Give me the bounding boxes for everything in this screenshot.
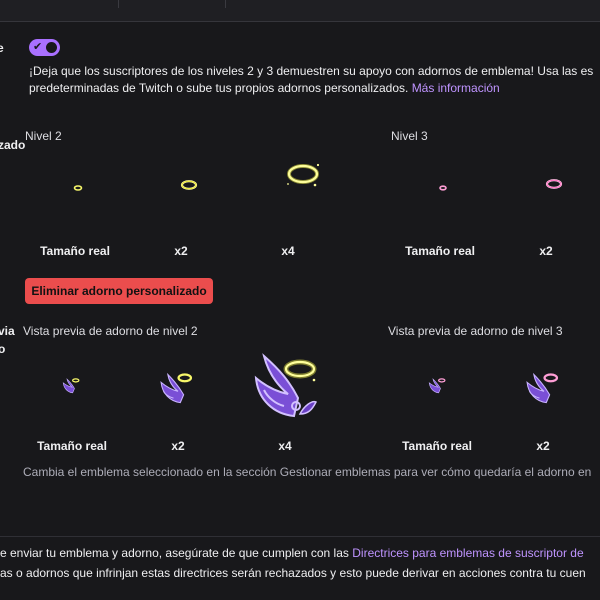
tier3-preview-title: Vista previa de adorno de nivel 3: [388, 324, 563, 338]
preview-hint: Cambia el emblema seleccionado en la sec…: [23, 465, 592, 479]
top-bar-divider: [225, 0, 226, 8]
caption-actual-size: Tamaño real: [37, 439, 107, 453]
tier2-preview-x2-icon: [160, 372, 193, 404]
tier2-title: Nivel 2: [25, 129, 62, 143]
caption-actual-size: Tamaño real: [405, 244, 475, 258]
checkmark-icon: ✔: [33, 41, 43, 53]
preview-section-label: via: [0, 324, 15, 338]
badge-guidelines-link[interactable]: Directrices para emblemas de suscriptor …: [352, 546, 583, 560]
caption-x4: x4: [278, 439, 292, 453]
tier2-halo-x2-icon: [180, 180, 198, 190]
description-line-1: ¡Deja que los suscriptores de los nivele…: [29, 64, 594, 78]
caption-x2: x2: [171, 439, 185, 453]
description-line-2: predeterminadas de Twitch o sube tus pro…: [29, 80, 600, 97]
adornments-description: ¡Deja que los suscriptores de los nivele…: [29, 63, 600, 97]
top-bar: [0, 0, 600, 22]
toggle-row-label: e: [0, 41, 4, 55]
tier3-preview-x2-icon: [526, 372, 559, 404]
top-bar-divider: [118, 0, 119, 8]
tier2-halo-x4-icon: [287, 163, 320, 187]
tier3-halo-x2-icon: [545, 179, 563, 189]
remove-custom-adornment-button[interactable]: Eliminar adorno personalizado: [25, 278, 213, 304]
toggle-knob: [46, 42, 57, 53]
tier2-halo-actual-icon: [73, 185, 83, 191]
tier2-preview-title: Vista previa de adorno de nivel 2: [23, 324, 198, 338]
tier3-title: Nivel 3: [391, 129, 428, 143]
adornments-toggle[interactable]: ✔: [29, 39, 60, 56]
caption-x4: x4: [281, 244, 295, 258]
tier2-preview-actual-icon: [62, 378, 80, 394]
caption-x2: x2: [536, 439, 550, 453]
tier3-preview-actual-icon: [428, 378, 446, 394]
more-info-link[interactable]: Más información: [412, 81, 500, 95]
tier2-preview-x4-icon: [254, 353, 318, 418]
caption-x2: x2: [174, 244, 188, 258]
section-divider: [0, 536, 600, 537]
tier3-halo-actual-icon: [439, 185, 447, 191]
guidelines-notice-line-1: e enviar tu emblema y adorno, asegúrate …: [0, 546, 600, 560]
caption-actual-size: Tamaño real: [402, 439, 472, 453]
guidelines-notice-line-2: as o adornos que infrinjan estas directr…: [0, 566, 586, 580]
custom-section-label: zado: [0, 138, 26, 152]
preview-section-label-2: o: [0, 342, 6, 356]
caption-x2: x2: [539, 244, 553, 258]
caption-actual-size: Tamaño real: [40, 244, 110, 258]
description-line-2-text: predeterminadas de Twitch o sube tus pro…: [29, 81, 409, 95]
guidelines-notice-text: e enviar tu emblema y adorno, asegúrate …: [0, 546, 349, 560]
